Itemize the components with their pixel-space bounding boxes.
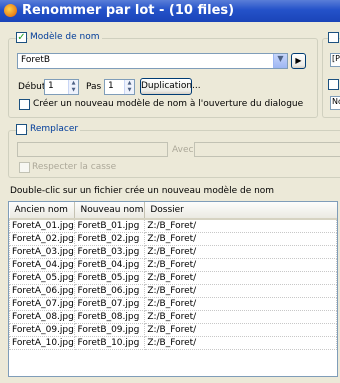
step-value: 1 <box>108 81 114 91</box>
table-row[interactable]: ForetA_07.jpg ForetB_07.jpg Z:/B_Foret/ <box>9 297 337 311</box>
replace-find-input[interactable] <box>17 142 168 157</box>
column-folder[interactable]: Dossier <box>144 202 337 220</box>
folder-cell: Z:/B_Foret/ <box>144 258 337 272</box>
new-name-cell: ForetB_08.jpg <box>74 310 146 324</box>
play-icon: ▶ <box>295 56 302 65</box>
old-name-cell: ForetA_07.jpg <box>9 297 76 311</box>
case-checkbox[interactable] <box>19 162 30 173</box>
start-value: 1 <box>48 81 54 91</box>
old-name-cell: ForetA_04.jpg <box>9 258 76 272</box>
replace-checkbox[interactable] <box>16 124 27 135</box>
new-name-cell: ForetB_06.jpg <box>74 284 146 298</box>
title-bar[interactable]: Renommer par lot - (10 files) <box>0 0 340 22</box>
replace-with-input[interactable] <box>194 142 340 157</box>
table-row[interactable]: ForetA_04.jpg ForetB_04.jpg Z:/B_Foret/ <box>9 258 337 272</box>
table-row[interactable]: ForetA_06.jpg ForetB_06.jpg Z:/B_Foret/ <box>9 284 337 298</box>
name-pattern-input[interactable]: ForetB <box>17 53 288 69</box>
old-name-cell: ForetA_09.jpg <box>9 323 76 337</box>
new-model-label: Créer un nouveau modèle de nom à l'ouver… <box>33 99 304 109</box>
name-model-checkbox[interactable]: ✓ <box>16 32 27 43</box>
step-label: Pas <box>86 82 102 92</box>
new-name-cell: ForetB_05.jpg <box>74 271 146 285</box>
folder-cell: Z:/B_Foret/ <box>144 310 337 324</box>
file-list-header: Ancien nom Nouveau nom Dossier <box>9 202 337 220</box>
folder-cell: Z:/B_Foret/ <box>144 336 337 350</box>
case-label: Respecter la casse <box>32 162 117 172</box>
new-name-cell: ForetB_03.jpg <box>74 245 146 259</box>
file-rows: ForetA_01.jpg ForetB_01.jpg Z:/B_Foret/For… <box>9 218 337 350</box>
window-title: Renommer par lot - (10 files) <box>22 3 235 18</box>
old-name-cell: ForetA_05.jpg <box>9 271 76 285</box>
name-model-label: Modèle de nom <box>28 32 102 42</box>
right-panel-checkbox-2[interactable] <box>328 79 339 90</box>
start-spinner[interactable]: ▲ ▼ <box>68 80 78 94</box>
duplication-button[interactable]: Duplication... <box>140 78 201 95</box>
new-name-cell: ForetB_07.jpg <box>74 297 146 311</box>
folder-cell: Z:/B_Foret/ <box>144 297 337 311</box>
old-name-cell: ForetA_02.jpg <box>9 232 76 246</box>
folder-cell: Z:/B_Foret/ <box>144 271 337 285</box>
new-model-checkbox[interactable] <box>19 99 30 110</box>
old-name-cell: ForetA_01.jpg <box>9 218 76 233</box>
folder-cell: Z:/B_Foret/ <box>144 232 337 246</box>
right-panel-field-1[interactable]: [P <box>330 53 340 67</box>
column-old-name[interactable]: Ancien nom <box>9 202 76 220</box>
file-table: Ancien nom Nouveau nom Dossier ForetA_01… <box>9 202 337 350</box>
with-label: Avec <box>172 145 194 155</box>
pattern-dropdown-button[interactable]: ▼ <box>273 54 287 68</box>
table-row[interactable]: ForetA_10.jpg ForetB_10.jpg Z:/B_Foret/ <box>9 336 337 350</box>
window-bottom-edge <box>0 378 340 383</box>
table-row[interactable]: ForetA_08.jpg ForetB_08.jpg Z:/B_Foret/ <box>9 310 337 324</box>
new-name-cell: ForetB_02.jpg <box>74 232 146 246</box>
new-name-cell: ForetB_04.jpg <box>74 258 146 272</box>
table-row[interactable]: ForetA_03.jpg ForetB_03.jpg Z:/B_Foret/ <box>9 245 337 259</box>
new-name-cell: ForetB_09.jpg <box>74 323 146 337</box>
folder-cell: Z:/B_Foret/ <box>144 284 337 298</box>
hint-text: Double-clic sur un fichier crée un nouve… <box>10 186 275 196</box>
file-list[interactable]: Ancien nom Nouveau nom Dossier ForetA_01… <box>8 201 338 377</box>
chevron-down-icon: ▼ <box>277 54 284 63</box>
old-name-cell: ForetA_06.jpg <box>9 284 76 298</box>
step-spinner[interactable]: ▲ ▼ <box>124 80 134 94</box>
app-icon <box>4 4 17 17</box>
new-name-cell: ForetB_10.jpg <box>74 336 146 350</box>
old-name-cell: ForetA_10.jpg <box>9 336 76 350</box>
table-row[interactable]: ForetA_02.jpg ForetB_02.jpg Z:/B_Foret/ <box>9 232 337 246</box>
table-row[interactable]: ForetA_09.jpg ForetB_09.jpg Z:/B_Foret/ <box>9 323 337 337</box>
right-panel-text-1: [P <box>332 54 340 63</box>
name-pattern-value: ForetB <box>21 55 51 65</box>
folder-cell: Z:/B_Foret/ <box>144 218 337 233</box>
old-name-cell: ForetA_08.jpg <box>9 310 76 324</box>
replace-label: Remplacer <box>28 124 81 134</box>
right-panel-field-2[interactable]: No <box>330 96 340 110</box>
start-label: Début <box>18 82 46 92</box>
folder-cell: Z:/B_Foret/ <box>144 323 337 337</box>
table-row[interactable]: ForetA_05.jpg ForetB_05.jpg Z:/B_Foret/ <box>9 271 337 285</box>
table-row[interactable]: ForetA_01.jpg ForetB_01.jpg Z:/B_Foret/ <box>9 218 337 233</box>
new-name-cell: ForetB_01.jpg <box>74 218 146 233</box>
right-panel-text-2: No <box>332 97 340 106</box>
right-panel-checkbox[interactable] <box>328 32 339 43</box>
old-name-cell: ForetA_03.jpg <box>9 245 76 259</box>
duplication-label: Duplication... <box>141 81 201 91</box>
apply-pattern-button[interactable]: ▶ <box>291 53 306 69</box>
column-new-name[interactable]: Nouveau nom <box>74 202 146 220</box>
folder-cell: Z:/B_Foret/ <box>144 245 337 259</box>
